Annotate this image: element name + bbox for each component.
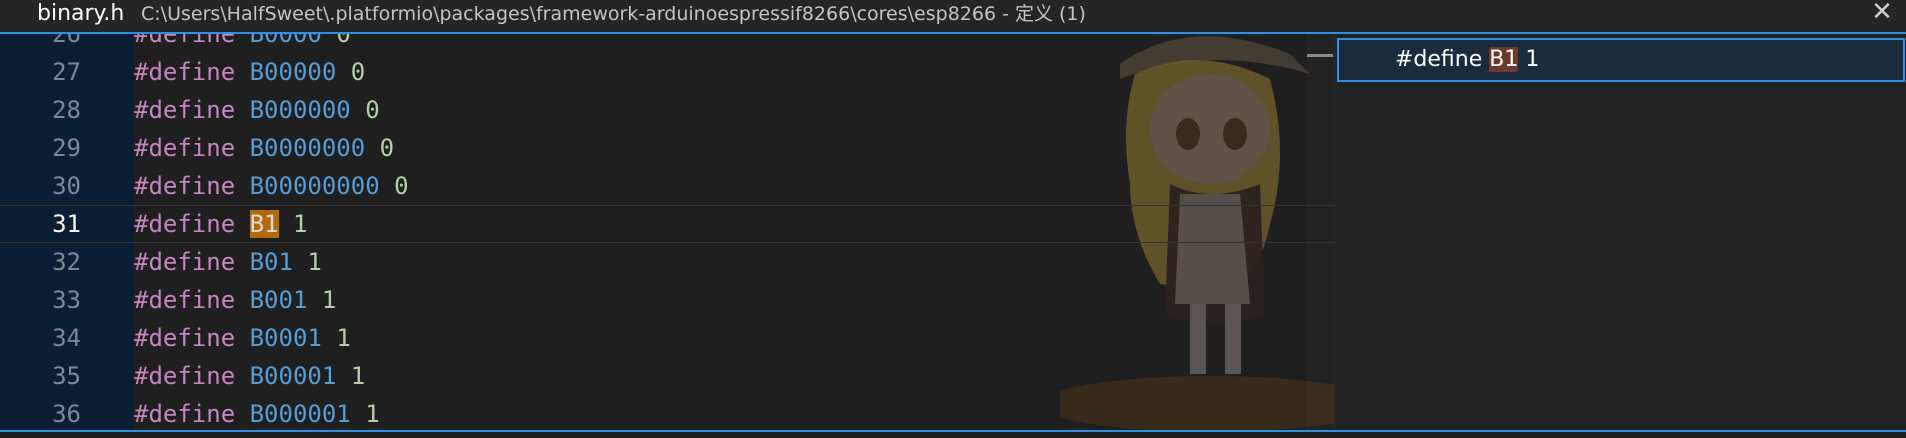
line-number: 26 [52, 34, 81, 48]
code-line: 26 #define B0000 0 [0, 34, 1334, 53]
line-number: 35 [52, 362, 81, 390]
line-number: 28 [52, 96, 81, 124]
code-text: #define B00001 1 [134, 362, 366, 390]
code-line: 32 #define B01 1 [0, 243, 1334, 281]
code-text: #define B0000 0 [134, 34, 351, 48]
close-icon[interactable]: ✕ [1868, 0, 1896, 26]
current-code-line: 31 #define B1 1 [0, 205, 1334, 243]
peek-reference-item[interactable]: #define B1 1 [1337, 38, 1905, 82]
code-line: 33 #define B001 1 [0, 281, 1334, 319]
line-number: 27 [52, 58, 81, 86]
peek-title-bar: binary.h C:\Users\HalfSweet\.platformio\… [0, 0, 1906, 34]
code-text: #define B00000000 0 [134, 172, 409, 200]
peek-reference-text: #define B1 1 [1395, 47, 1540, 72]
editor-below [0, 432, 1906, 438]
code-text: #define B000001 1 [134, 400, 380, 428]
line-number: 31 [52, 210, 81, 238]
code-text: #define B1 1 [134, 210, 308, 238]
code-text: #define B01 1 [134, 248, 322, 276]
peek-file-path: C:\Users\HalfSweet\.platformio\packages\… [141, 3, 1086, 25]
code-text: #define B000000 0 [134, 96, 380, 124]
code-line: 35 #define B00001 1 [0, 357, 1334, 395]
line-number: 34 [52, 324, 81, 352]
peek-references-panel: #define B1 1 [1334, 34, 1906, 430]
code-line: 27 #define B00000 0 [0, 53, 1334, 91]
code-text: #define B00000 0 [134, 58, 366, 86]
line-number: 30 [52, 172, 81, 200]
code-line: 29 #define B0000000 0 [0, 129, 1334, 167]
peek-highlighted-symbol: B1 [1489, 47, 1519, 72]
code-line: 34 #define B0001 1 [0, 319, 1334, 357]
line-number: 33 [52, 286, 81, 314]
line-number: 36 [52, 400, 81, 428]
code-text: #define B001 1 [134, 286, 337, 314]
line-number: 29 [52, 134, 81, 162]
peek-editor[interactable]: 26 #define B0000 0 27 #define B00000 0 2… [0, 34, 1334, 430]
peek-file-name[interactable]: binary.h [37, 0, 124, 28]
code-line: 28 #define B000000 0 [0, 91, 1334, 129]
code-text: #define B0001 1 [134, 324, 351, 352]
code-line: 30 #define B00000000 0 [0, 167, 1334, 205]
line-number: 32 [52, 248, 81, 276]
code-line: 36 #define B000001 1 [0, 395, 1334, 430]
highlighted-symbol: B1 [249, 210, 279, 238]
code-text: #define B0000000 0 [134, 134, 395, 162]
